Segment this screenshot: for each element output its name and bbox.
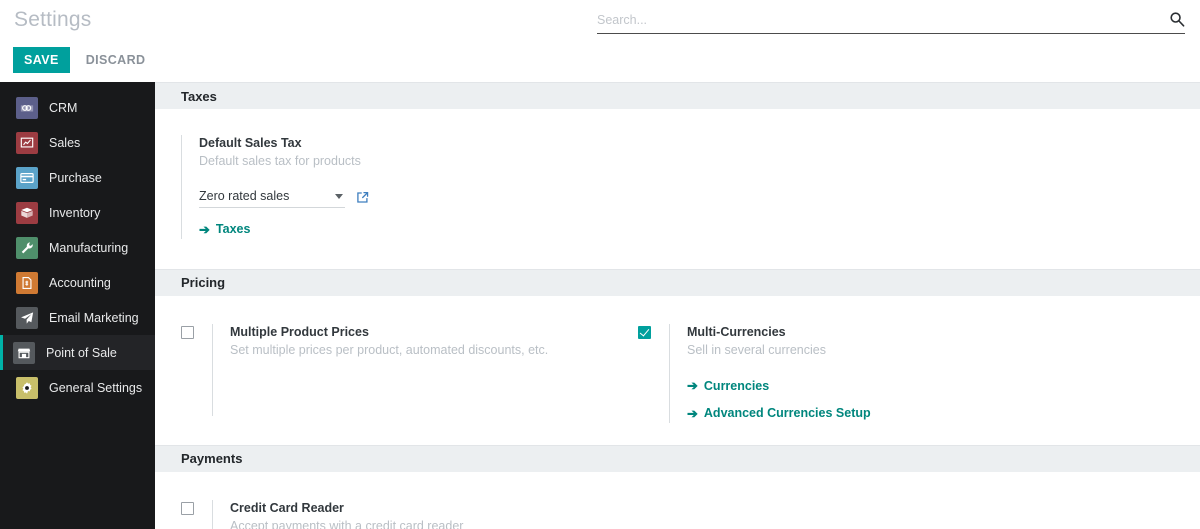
sidebar-item-manufacturing[interactable]: Manufacturing — [0, 230, 155, 265]
section-body-taxes: Default Sales Tax Default sales tax for p… — [155, 109, 1200, 269]
discard-button[interactable]: DISCARD — [84, 47, 148, 73]
sidebar-item-inventory[interactable]: Inventory — [0, 195, 155, 230]
sidebar-item-label: General Settings — [49, 380, 143, 395]
section-header-payments: Payments — [155, 444, 1200, 472]
search-icon[interactable] — [1169, 11, 1185, 27]
selected-value: Zero rated sales — [199, 189, 290, 203]
setting-description: Accept payments with a credit card reade… — [230, 518, 464, 529]
save-button[interactable]: SAVE — [13, 47, 70, 73]
setting-multiple-product-prices: Multiple Product Prices Set multiple pric… — [155, 323, 610, 423]
action-buttons: SAVE DISCARD — [13, 47, 147, 73]
sidebar-item-accounting[interactable]: Accounting — [0, 265, 155, 300]
setting-title: Multi-Currencies — [687, 324, 786, 339]
default-sales-tax-select[interactable]: Zero rated sales — [199, 186, 345, 208]
arrow-right-icon: ➔ — [687, 405, 698, 421]
sidebar-item-sales[interactable]: Sales — [0, 125, 155, 160]
setting-block: Multiple Product Prices Set multiple pric… — [212, 323, 549, 416]
sidebar-item-email-marketing[interactable]: Email Marketing — [0, 300, 155, 335]
default-sales-tax-field: Zero rated sales — [199, 186, 370, 208]
gear-icon — [16, 376, 38, 399]
sidebar-item-label: Purchase — [49, 170, 102, 185]
link-row: ➔ Currencies — [687, 377, 871, 396]
credit-card-icon — [16, 166, 38, 189]
external-link-icon[interactable] — [355, 190, 370, 205]
sidebar-item-label: Sales — [49, 135, 81, 150]
section-body-payments: Credit Card Reader Accept payments with a… — [155, 472, 1200, 529]
sales-chart-icon — [16, 131, 38, 154]
wrench-icon — [16, 236, 38, 259]
setting-title: Default Sales Tax — [199, 136, 302, 150]
link-label: Advanced Currencies Setup — [703, 406, 871, 420]
shop-icon — [13, 341, 35, 364]
setting-default-sales-tax: Default Sales Tax Default sales tax for p… — [155, 135, 610, 239]
search-input[interactable] — [597, 8, 1137, 32]
sidebar-item-point-of-sale[interactable]: Point of Sale — [0, 335, 155, 370]
top-bar: Settings SAVE DISCARD — [0, 0, 1200, 82]
setting-block: Credit Card Reader Accept payments with a… — [212, 499, 464, 529]
setting-multi-currencies: Multi-Currencies Sell in several currenci… — [610, 323, 1065, 423]
sidebar-item-label: Inventory — [49, 205, 101, 220]
link-label: Currencies — [703, 378, 770, 393]
sidebar-item-label: Email Marketing — [49, 310, 139, 325]
section-title: Pricing — [181, 275, 226, 290]
sidebar-item-label: Point of Sale — [46, 345, 117, 360]
link-taxes[interactable]: ➔ Taxes — [199, 220, 250, 238]
section-header-taxes: Taxes — [155, 82, 1200, 109]
chevron-down-icon — [335, 194, 343, 199]
setting-title: Multiple Product Prices — [230, 324, 369, 339]
link-currencies[interactable]: ➔ Currencies — [687, 377, 769, 395]
setting-description: Default sales tax for products — [199, 154, 361, 168]
sidebar-item-label: Manufacturing — [49, 240, 129, 255]
checkbox-multi-currencies[interactable] — [638, 325, 651, 339]
setting-block: Multi-Currencies Sell in several currenci… — [669, 323, 871, 423]
setting-title: Credit Card Reader — [230, 500, 344, 515]
settings-content: Taxes Default Sales Tax Default sales tax … — [155, 82, 1200, 529]
settings-page: Settings SAVE DISCARD CRM Sales Purchase In… — [0, 0, 1200, 529]
sidebar: CRM Sales Purchase Inventory Manufacturing Ac… — [0, 82, 155, 529]
link-row: ➔ Advanced Currencies Setup — [687, 404, 871, 423]
search-bar[interactable] — [597, 8, 1185, 34]
section-body-pricing: Multiple Product Prices Set multiple pric… — [155, 296, 1200, 445]
sidebar-item-label: CRM — [49, 100, 78, 115]
link-advanced-currencies-setup[interactable]: ➔ Advanced Currencies Setup — [687, 404, 871, 422]
link-label: Taxes — [215, 222, 251, 236]
checkbox-credit-card-reader[interactable] — [181, 501, 194, 515]
box-icon — [16, 201, 38, 224]
crm-icon — [16, 96, 38, 119]
checkbox-multiple-product-prices[interactable] — [181, 325, 194, 339]
section-title: Payments — [181, 451, 243, 466]
paper-plane-icon — [16, 306, 38, 329]
setting-credit-card-reader: Credit Card Reader Accept payments with a… — [155, 499, 610, 529]
invoice-icon — [16, 271, 38, 294]
setting-links: ➔ Currencies ➔ Advanced Currencies Setup — [687, 377, 871, 423]
arrow-right-icon: ➔ — [199, 221, 210, 237]
sidebar-item-crm[interactable]: CRM — [0, 90, 155, 125]
sidebar-item-label: Accounting — [49, 275, 111, 290]
sidebar-item-purchase[interactable]: Purchase — [0, 160, 155, 195]
arrow-right-icon: ➔ — [687, 378, 698, 393]
setting-description: Set multiple prices per product, automat… — [230, 342, 549, 357]
sidebar-item-general-settings[interactable]: General Settings — [0, 370, 155, 405]
setting-links: ➔ Taxes — [199, 220, 370, 239]
setting-description: Sell in several currencies — [687, 342, 826, 357]
section-header-pricing: Pricing — [155, 268, 1200, 296]
page-title: Settings — [14, 8, 92, 31]
section-title: Taxes — [181, 88, 217, 104]
setting-block: Default Sales Tax Default sales tax for p… — [181, 135, 370, 239]
